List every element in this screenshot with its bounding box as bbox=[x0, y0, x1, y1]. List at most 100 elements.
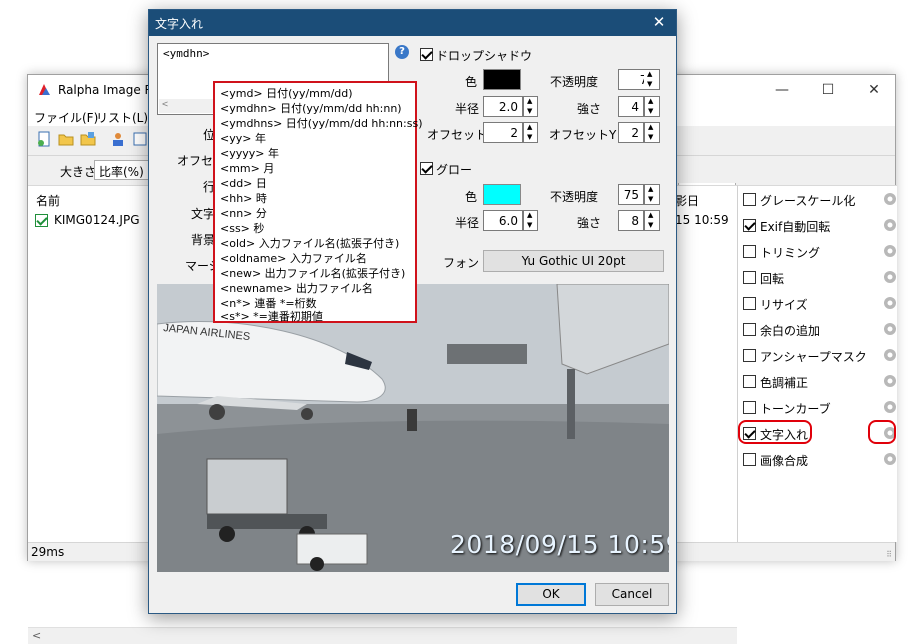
filter-color-correction[interactable]: 色調補正 bbox=[743, 372, 896, 392]
user-icon[interactable] bbox=[110, 131, 126, 147]
shadow-radius-input[interactable]: 2.0 bbox=[483, 96, 523, 117]
spin-down-icon[interactable]: ▼ bbox=[527, 107, 532, 115]
cancel-button[interactable]: Cancel bbox=[595, 583, 669, 606]
tag-item[interactable]: <mm> 月 bbox=[220, 160, 274, 176]
spin-up-icon[interactable]: ▲ bbox=[648, 211, 653, 219]
tag-item[interactable]: <newname> 出力ファイル名 bbox=[220, 280, 373, 296]
spin-down-icon[interactable]: ▼ bbox=[648, 195, 653, 203]
dialog-close-button[interactable]: ✕ bbox=[642, 10, 676, 36]
shadow-strength-input[interactable]: 4 bbox=[618, 96, 644, 117]
spin-down-icon[interactable]: ▼ bbox=[527, 221, 532, 229]
gear-icon[interactable] bbox=[882, 191, 898, 207]
row-checkbox[interactable] bbox=[35, 214, 48, 227]
close-button[interactable]: ✕ bbox=[851, 75, 897, 106]
horizontal-scrollbar[interactable]: < bbox=[28, 627, 737, 644]
filter-checkbox[interactable] bbox=[743, 219, 756, 232]
spin-down-icon[interactable]: ▼ bbox=[648, 221, 653, 229]
shadow-radius-spinner[interactable]: ▲ ▼ bbox=[523, 96, 538, 117]
filter-rotate[interactable]: 回転 bbox=[743, 268, 896, 288]
filter-resize[interactable]: リサイズ bbox=[743, 294, 896, 314]
gear-icon[interactable] bbox=[882, 451, 898, 467]
column-header-date[interactable]: 影日 bbox=[675, 192, 699, 209]
glow-opacity-input[interactable]: 75 bbox=[618, 184, 644, 205]
settings-doc-icon[interactable] bbox=[132, 131, 148, 147]
spin-up-icon[interactable]: ▲ bbox=[527, 97, 532, 105]
add-folder-icon[interactable] bbox=[58, 131, 74, 147]
glow-color-swatch[interactable] bbox=[483, 184, 521, 205]
row-filename[interactable]: KIMG0124.JPG bbox=[54, 213, 140, 227]
glow-checkbox[interactable] bbox=[420, 162, 433, 175]
shadow-offset-x-input[interactable]: 2 bbox=[483, 122, 523, 143]
gear-icon[interactable] bbox=[882, 399, 898, 415]
spin-down-icon[interactable]: ▼ bbox=[527, 133, 532, 141]
tag-item[interactable]: <oldname> 入力ファイル名 bbox=[220, 250, 367, 266]
filter-add-margin[interactable]: 余白の追加 bbox=[743, 320, 896, 340]
drop-shadow-checkbox[interactable] bbox=[420, 48, 433, 61]
spin-up-icon[interactable]: ▲ bbox=[527, 211, 532, 219]
tag-item[interactable]: <new> 出力ファイル名(拡張子付き) bbox=[220, 265, 405, 281]
size-mode-select[interactable]: 比率(%) bbox=[94, 160, 154, 180]
filter-checkbox[interactable] bbox=[743, 271, 756, 284]
shadow-opacity-spinner[interactable]: ▲ ▼ bbox=[644, 69, 660, 90]
tag-item[interactable]: <old> 入力ファイル名(拡張子付き) bbox=[220, 235, 399, 251]
glow-opacity-spinner[interactable]: ▲ ▼ bbox=[644, 184, 660, 205]
tag-item[interactable]: <yy> 年 bbox=[220, 130, 266, 146]
gear-icon[interactable] bbox=[882, 373, 898, 389]
resize-grip-icon[interactable]: ⠿ bbox=[886, 550, 892, 559]
shadow-offset-y-input[interactable]: 2 bbox=[618, 122, 644, 143]
ok-button[interactable]: OK bbox=[516, 583, 586, 606]
tag-item[interactable]: <dd> 日 bbox=[220, 175, 267, 191]
gear-icon[interactable] bbox=[882, 295, 898, 311]
filter-checkbox[interactable] bbox=[743, 245, 756, 258]
filter-checkbox[interactable] bbox=[743, 375, 756, 388]
gear-icon[interactable] bbox=[882, 321, 898, 337]
spin-up-icon[interactable]: ▲ bbox=[648, 185, 653, 193]
spin-down-icon[interactable]: ▼ bbox=[648, 107, 653, 115]
filter-grayscale[interactable]: グレースケール化 bbox=[743, 190, 896, 210]
new-file-icon[interactable] bbox=[36, 131, 52, 147]
filter-exif-rotate[interactable]: Exif自動回転 bbox=[743, 216, 896, 236]
font-select-button[interactable]: Yu Gothic UI 20pt bbox=[483, 250, 664, 272]
tag-item[interactable]: <s*> *=連番初期値 bbox=[220, 308, 323, 324]
help-icon[interactable]: ? bbox=[395, 45, 409, 59]
spin-down-icon[interactable]: ▼ bbox=[648, 133, 653, 141]
filter-checkbox[interactable] bbox=[743, 297, 756, 310]
spin-up-icon[interactable]: ▲ bbox=[648, 97, 653, 105]
filter-trimming[interactable]: トリミング bbox=[743, 242, 896, 262]
glow-strength-input[interactable]: 8 bbox=[618, 210, 644, 231]
shadow-color-swatch[interactable] bbox=[483, 69, 521, 90]
spin-up-icon[interactable]: ▲ bbox=[527, 123, 532, 131]
menu-list[interactable]: リスト(L) bbox=[96, 109, 148, 126]
column-header-name[interactable]: 名前 bbox=[36, 192, 60, 209]
spin-down-icon[interactable]: ▼ bbox=[647, 80, 652, 88]
tag-item[interactable]: <ss> 秒 bbox=[220, 220, 264, 236]
open-folder-icon[interactable] bbox=[80, 131, 96, 147]
tag-item[interactable]: <hh> 時 bbox=[220, 190, 267, 206]
spin-up-icon[interactable]: ▲ bbox=[647, 70, 652, 78]
filter-tone-curve[interactable]: トーンカーブ bbox=[743, 398, 896, 418]
shadow-offset-x-spinner[interactable]: ▲ ▼ bbox=[523, 122, 538, 143]
filter-checkbox[interactable] bbox=[743, 401, 756, 414]
gear-icon[interactable] bbox=[882, 269, 898, 285]
filter-unsharp-mask[interactable]: アンシャープマスク bbox=[743, 346, 896, 366]
filter-image-composite[interactable]: 画像合成 bbox=[743, 450, 896, 470]
gear-icon[interactable] bbox=[882, 217, 898, 233]
glow-radius-input[interactable]: 6.0 bbox=[483, 210, 523, 231]
tag-item[interactable]: <yyyy> 年 bbox=[220, 145, 279, 161]
filter-checkbox[interactable] bbox=[743, 323, 756, 336]
glow-strength-spinner[interactable]: ▲ ▼ bbox=[644, 210, 660, 231]
spin-up-icon[interactable]: ▲ bbox=[648, 123, 653, 131]
tag-item[interactable]: <nn> 分 bbox=[220, 205, 267, 221]
shadow-strength-spinner[interactable]: ▲ ▼ bbox=[644, 96, 660, 117]
menu-file[interactable]: ファイル(F) bbox=[34, 109, 98, 126]
scroll-left-icon[interactable]: < bbox=[32, 629, 41, 642]
filter-checkbox[interactable] bbox=[743, 349, 756, 362]
shadow-offset-y-spinner[interactable]: ▲ ▼ bbox=[644, 122, 660, 143]
minimize-button[interactable]: — bbox=[759, 75, 805, 106]
filter-checkbox[interactable] bbox=[743, 193, 756, 206]
maximize-button[interactable]: ☐ bbox=[805, 75, 851, 106]
gear-icon[interactable] bbox=[882, 347, 898, 363]
tag-item[interactable]: <ymd> 日付(yy/mm/dd) bbox=[220, 85, 353, 101]
glow-radius-spinner[interactable]: ▲ ▼ bbox=[523, 210, 538, 231]
tag-item[interactable]: <ymdhns> 日付(yy/mm/dd hh:nn:ss) bbox=[220, 115, 422, 131]
